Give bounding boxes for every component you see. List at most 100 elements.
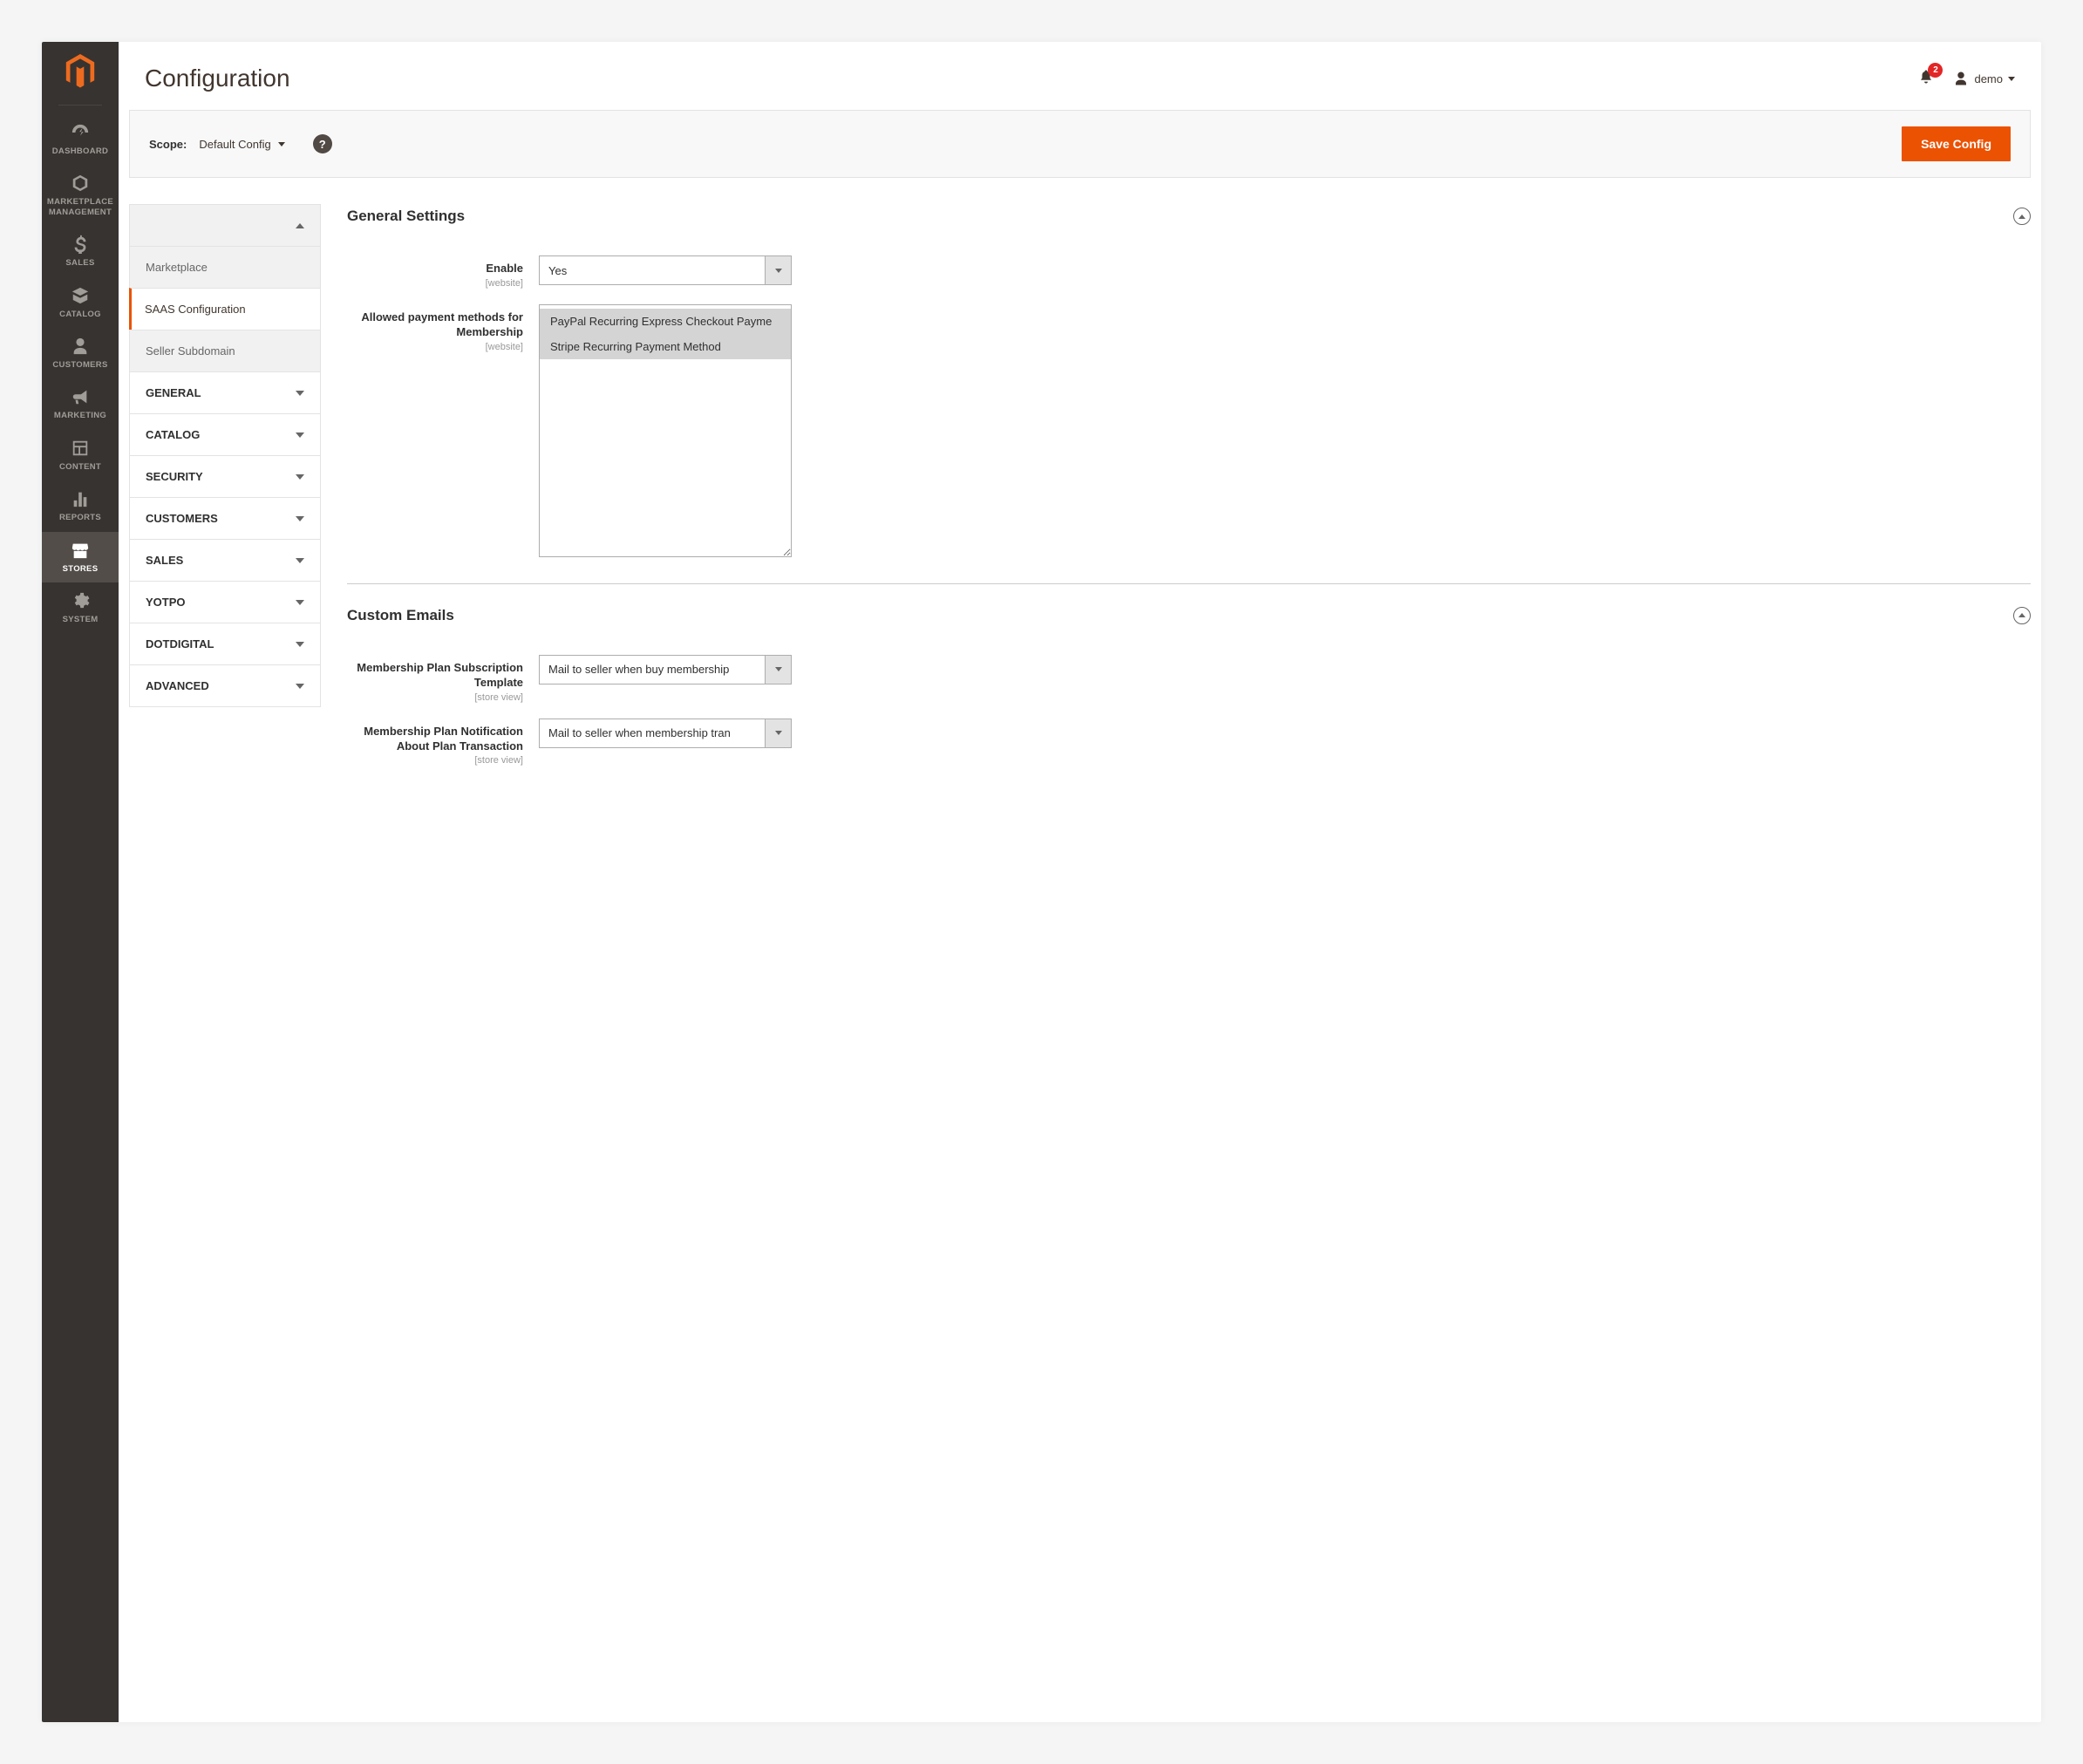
subscription-template-select[interactable]: Mail to seller when buy membership <box>539 655 792 684</box>
field-scope: [website] <box>347 342 523 352</box>
subitem-label: Marketplace <box>146 261 208 274</box>
nav-marketplace[interactable]: MARKETPLACE MANAGEMENT <box>42 165 119 226</box>
subitem-label: SAAS Configuration <box>145 303 246 316</box>
store-icon <box>71 541 90 560</box>
nav-label: CUSTOMERS <box>52 360 107 370</box>
field-label-wrap: Allowed payment methods for Membership [… <box>347 304 539 352</box>
collapse-icon <box>2013 208 2031 225</box>
field-control: Yes <box>539 255 792 285</box>
config-group-toggle[interactable] <box>129 204 321 246</box>
config-category-advanced[interactable]: ADVANCED <box>129 664 321 707</box>
field-label-wrap: Enable [website] <box>347 255 539 289</box>
user-menu[interactable]: demo <box>1953 71 2015 86</box>
nav-marketing[interactable]: MARKETING <box>42 378 119 429</box>
category-label: SALES <box>146 554 183 567</box>
category-label: CUSTOMERS <box>146 512 218 525</box>
field-notification-template: Membership Plan Notification About Plan … <box>347 719 2031 766</box>
category-label: YOTPO <box>146 596 186 609</box>
field-scope: [website] <box>347 278 523 289</box>
nav-dashboard[interactable]: DASHBOARD <box>42 114 119 165</box>
config-category-catalog[interactable]: CATALOG <box>129 413 321 455</box>
field-label: Membership Plan Subscription Template <box>347 661 523 691</box>
dollar-icon <box>71 235 90 254</box>
user-name: demo <box>1974 72 2003 85</box>
scope-select[interactable]: Default Config <box>199 138 284 151</box>
field-control: Mail to seller when membership tran <box>539 719 792 748</box>
chevron-up-icon <box>296 223 304 228</box>
field-scope: [store view] <box>347 692 523 703</box>
chevron-down-icon <box>296 684 304 689</box>
field-control: PayPal Recurring Express Checkout Payme … <box>539 304 792 557</box>
config-category-yotpo[interactable]: YOTPO <box>129 581 321 623</box>
category-label: SECURITY <box>146 470 203 483</box>
form-area: General Settings Enable [website] Yes <box>347 204 2031 781</box>
field-label: Membership Plan Notification About Plan … <box>347 725 523 754</box>
notifications-button[interactable]: 2 <box>1918 69 1934 89</box>
nav-content[interactable]: CONTENT <box>42 430 119 480</box>
enable-select[interactable]: Yes <box>539 255 792 285</box>
field-label: Enable <box>347 262 523 276</box>
config-category-sales[interactable]: SALES <box>129 539 321 581</box>
notifications-badge: 2 <box>1928 63 1943 78</box>
nav-label: SALES <box>65 258 94 268</box>
admin-sidebar: DASHBOARD MARKETPLACE MANAGEMENT SALES C… <box>42 42 119 1722</box>
nav-catalog[interactable]: CATALOG <box>42 277 119 328</box>
gear-icon <box>71 591 90 610</box>
config-category-security[interactable]: SECURITY <box>129 455 321 497</box>
payment-methods-multiselect[interactable]: PayPal Recurring Express Checkout Payme … <box>539 304 792 557</box>
scope-help-button[interactable]: ? <box>313 134 332 153</box>
field-subscription-template: Membership Plan Subscription Template [s… <box>347 655 2031 703</box>
content-area: Marketplace SAAS Configuration Seller Su… <box>119 178 2041 781</box>
person-icon <box>71 337 90 356</box>
select-value: Mail to seller when buy membership <box>540 656 765 684</box>
section-general-settings-toggle[interactable]: General Settings <box>347 204 2031 240</box>
select-value: Mail to seller when membership tran <box>540 719 765 747</box>
config-category-customers[interactable]: CUSTOMERS <box>129 497 321 539</box>
scope-label: Scope: <box>149 138 187 151</box>
dashboard-icon <box>71 123 90 142</box>
select-value: Yes <box>540 256 765 284</box>
notification-template-select[interactable]: Mail to seller when membership tran <box>539 719 792 748</box>
section-divider <box>347 583 2031 584</box>
layout-icon <box>71 439 90 458</box>
chevron-down-icon <box>765 719 791 747</box>
page-title: Configuration <box>145 65 290 92</box>
scope-left: Scope: Default Config ? <box>149 134 332 153</box>
chevron-down-icon <box>765 656 791 684</box>
section-title: General Settings <box>347 208 465 225</box>
save-config-button[interactable]: Save Config <box>1902 126 2011 161</box>
multiselect-option[interactable]: Stripe Recurring Payment Method <box>540 334 791 359</box>
chevron-down-icon <box>296 558 304 563</box>
nav-label: CONTENT <box>59 462 101 472</box>
scope-value: Default Config <box>199 138 270 151</box>
subitem-label: Seller Subdomain <box>146 344 235 358</box>
field-payment-methods: Allowed payment methods for Membership [… <box>347 304 2031 557</box>
section-custom-emails-toggle[interactable]: Custom Emails <box>347 603 2031 639</box>
category-label: CATALOG <box>146 428 200 441</box>
nav-label: MARKETING <box>54 411 106 420</box>
config-category-dotdigital[interactable]: DOTDIGITAL <box>129 623 321 664</box>
hexagon-icon <box>71 174 90 193</box>
nav-customers[interactable]: CUSTOMERS <box>42 328 119 378</box>
chevron-down-icon <box>765 256 791 284</box>
config-subitem-seller-subdomain[interactable]: Seller Subdomain <box>129 330 321 371</box>
sidebar-divider <box>58 105 102 106</box>
field-enable: Enable [website] Yes <box>347 255 2031 289</box>
nav-system[interactable]: SYSTEM <box>42 582 119 633</box>
config-category-general[interactable]: GENERAL <box>129 371 321 413</box>
config-subitem-marketplace[interactable]: Marketplace <box>129 246 321 288</box>
magento-logo <box>65 54 96 89</box>
field-label-wrap: Membership Plan Subscription Template [s… <box>347 655 539 703</box>
nav-label: SYSTEM <box>63 615 99 624</box>
header-actions: 2 demo <box>1918 69 2015 89</box>
main-content: Configuration 2 demo Scope: Default Conf… <box>119 42 2041 1722</box>
box-icon <box>71 286 90 305</box>
category-label: GENERAL <box>146 386 201 399</box>
nav-stores[interactable]: STORES <box>42 532 119 582</box>
nav-reports[interactable]: REPORTS <box>42 480 119 531</box>
config-subitem-saas[interactable]: SAAS Configuration <box>129 288 321 330</box>
field-control: Mail to seller when buy membership <box>539 655 792 684</box>
nav-label: MARKETPLACE MANAGEMENT <box>45 197 115 217</box>
multiselect-option[interactable]: PayPal Recurring Express Checkout Payme <box>540 309 791 334</box>
nav-sales[interactable]: SALES <box>42 226 119 276</box>
